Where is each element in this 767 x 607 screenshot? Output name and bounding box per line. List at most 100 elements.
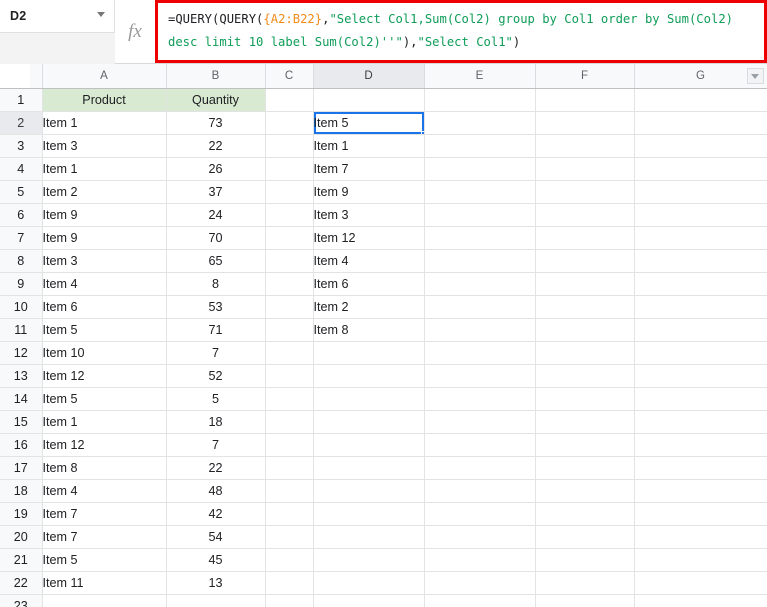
cell-G8[interactable] xyxy=(634,249,767,273)
cell-F7[interactable] xyxy=(535,226,635,250)
cell-G21[interactable] xyxy=(634,548,767,572)
row-header-15[interactable]: 15 xyxy=(0,410,43,434)
row-header-11[interactable]: 11 xyxy=(0,318,43,342)
cell-C5[interactable] xyxy=(265,180,314,204)
cell-A4[interactable]: Item 1 xyxy=(42,157,167,181)
cell-B17[interactable]: 22 xyxy=(166,456,266,480)
cell-F5[interactable] xyxy=(535,180,635,204)
cell-C7[interactable] xyxy=(265,226,314,250)
cell-E8[interactable] xyxy=(424,249,536,273)
cell-E13[interactable] xyxy=(424,364,536,388)
cell-D11[interactable]: Item 8 xyxy=(313,318,425,342)
cell-A1[interactable]: Product xyxy=(41,87,167,112)
cell-G20[interactable] xyxy=(634,525,767,549)
cell-F1[interactable] xyxy=(535,88,635,112)
cell-D4[interactable]: Item 7 xyxy=(313,157,425,181)
cell-E7[interactable] xyxy=(424,226,536,250)
cell-G10[interactable] xyxy=(634,295,767,319)
cell-C20[interactable] xyxy=(265,525,314,549)
cell-G11[interactable] xyxy=(634,318,767,342)
cell-B4[interactable]: 26 xyxy=(166,157,266,181)
row-header-10[interactable]: 10 xyxy=(0,295,43,319)
cell-E12[interactable] xyxy=(424,341,536,365)
cell-E18[interactable] xyxy=(424,479,536,503)
cell-F6[interactable] xyxy=(535,203,635,227)
cell-D13[interactable] xyxy=(313,364,425,388)
cell-D1[interactable] xyxy=(313,88,425,112)
cell-E19[interactable] xyxy=(424,502,536,526)
cell-D10[interactable]: Item 2 xyxy=(313,295,425,319)
cell-C1[interactable] xyxy=(265,88,314,112)
cell-E9[interactable] xyxy=(424,272,536,296)
cell-D2[interactable]: Item 5 xyxy=(313,111,425,135)
cell-C4[interactable] xyxy=(265,157,314,181)
cell-G14[interactable] xyxy=(634,387,767,411)
chevron-down-icon[interactable] xyxy=(97,12,105,17)
row-header-5[interactable]: 5 xyxy=(0,180,43,204)
cell-E14[interactable] xyxy=(424,387,536,411)
cell-E22[interactable] xyxy=(424,571,536,595)
cell-G18[interactable] xyxy=(634,479,767,503)
cell-A2[interactable]: Item 1 xyxy=(42,111,167,135)
cell-B18[interactable]: 48 xyxy=(166,479,266,503)
cell-G16[interactable] xyxy=(634,433,767,457)
cell-C16[interactable] xyxy=(265,433,314,457)
cell-B22[interactable]: 13 xyxy=(166,571,266,595)
row-header-4[interactable]: 4 xyxy=(0,157,43,181)
column-header-b[interactable]: B xyxy=(166,64,266,89)
cell-G5[interactable] xyxy=(634,180,767,204)
cell-E1[interactable] xyxy=(424,88,536,112)
cell-D20[interactable] xyxy=(313,525,425,549)
cell-F2[interactable] xyxy=(535,111,635,135)
cell-A18[interactable]: Item 4 xyxy=(42,479,167,503)
cell-A7[interactable]: Item 9 xyxy=(42,226,167,250)
cell-E5[interactable] xyxy=(424,180,536,204)
cell-E3[interactable] xyxy=(424,134,536,158)
formula-fx-button[interactable]: fx xyxy=(115,0,155,63)
cell-D16[interactable] xyxy=(313,433,425,457)
cell-B8[interactable]: 65 xyxy=(166,249,266,273)
cell-D21[interactable] xyxy=(313,548,425,572)
cell-B6[interactable]: 24 xyxy=(166,203,266,227)
cell-B1[interactable]: Quantity xyxy=(166,87,266,112)
cell-A9[interactable]: Item 4 xyxy=(42,272,167,296)
cell-A6[interactable]: Item 9 xyxy=(42,203,167,227)
row-header-17[interactable]: 17 xyxy=(0,456,43,480)
cell-F14[interactable] xyxy=(535,387,635,411)
cell-G12[interactable] xyxy=(634,341,767,365)
cell-G19[interactable] xyxy=(634,502,767,526)
row-header-3[interactable]: 3 xyxy=(0,134,43,158)
cell-C13[interactable] xyxy=(265,364,314,388)
cell-F12[interactable] xyxy=(535,341,635,365)
column-header-a[interactable]: A xyxy=(42,64,167,89)
filter-dropdown-icon[interactable] xyxy=(746,68,764,84)
cell-G6[interactable] xyxy=(634,203,767,227)
cell-A23[interactable] xyxy=(42,594,167,607)
row-header-18[interactable]: 18 xyxy=(0,479,43,503)
formula-input[interactable]: =QUERY(QUERY({A2:B22},"Select Col1,Sum(C… xyxy=(155,0,767,63)
cell-E16[interactable] xyxy=(424,433,536,457)
cell-C8[interactable] xyxy=(265,249,314,273)
cell-A5[interactable]: Item 2 xyxy=(42,180,167,204)
cell-E10[interactable] xyxy=(424,295,536,319)
cell-E4[interactable] xyxy=(424,157,536,181)
cell-C12[interactable] xyxy=(265,341,314,365)
cell-F15[interactable] xyxy=(535,410,635,434)
select-all-corner[interactable] xyxy=(0,64,43,89)
cell-F18[interactable] xyxy=(535,479,635,503)
cell-B9[interactable]: 8 xyxy=(166,272,266,296)
cell-C2[interactable] xyxy=(265,111,314,135)
cell-F17[interactable] xyxy=(535,456,635,480)
column-header-g[interactable]: G xyxy=(634,64,767,89)
column-header-e[interactable]: E xyxy=(424,64,536,89)
row-header-19[interactable]: 19 xyxy=(0,502,43,526)
cell-F3[interactable] xyxy=(535,134,635,158)
cell-E20[interactable] xyxy=(424,525,536,549)
cell-A8[interactable]: Item 3 xyxy=(42,249,167,273)
row-header-21[interactable]: 21 xyxy=(0,548,43,572)
cell-B11[interactable]: 71 xyxy=(166,318,266,342)
cell-A14[interactable]: Item 5 xyxy=(42,387,167,411)
cell-D7[interactable]: Item 12 xyxy=(313,226,425,250)
cell-C14[interactable] xyxy=(265,387,314,411)
cell-D12[interactable] xyxy=(313,341,425,365)
